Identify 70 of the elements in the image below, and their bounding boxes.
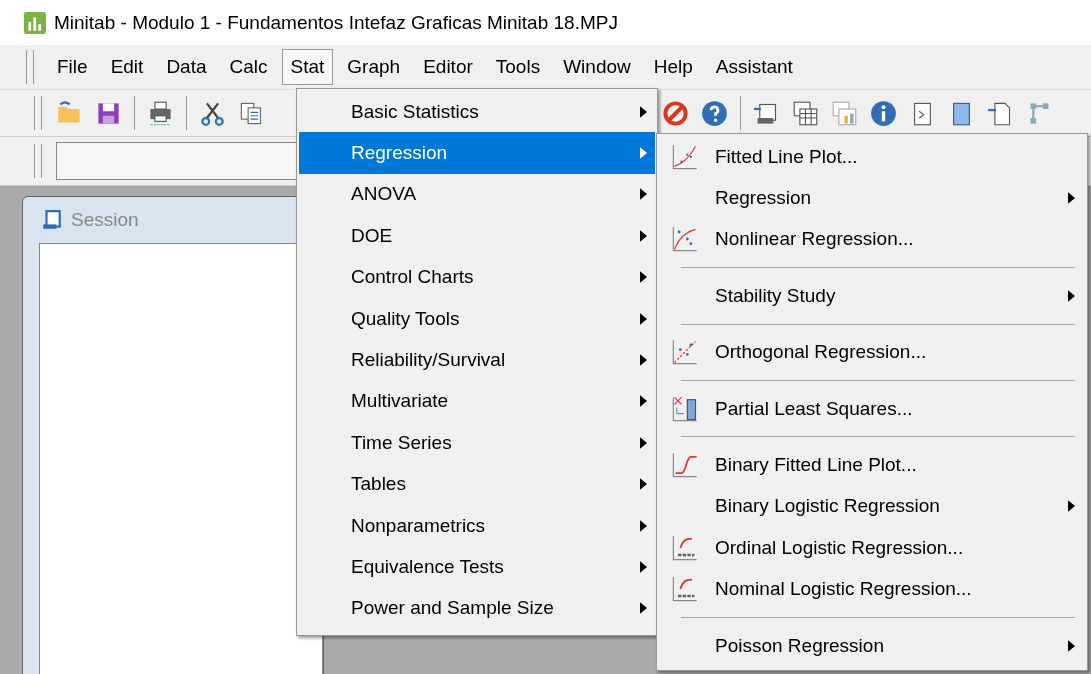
menu-item[interactable]: Stability Study: [657, 275, 1087, 317]
submenu-arrow-icon: [640, 561, 647, 573]
submenu-arrow-icon: [1068, 289, 1075, 302]
submenu-arrow-icon: [640, 519, 647, 532]
submenu-arrow-icon: [640, 271, 647, 284]
submenu-arrow-icon: [640, 395, 647, 408]
menu-item[interactable]: Ordinal Logistic Regression...: [657, 527, 1087, 569]
menu-item[interactable]: Multivariate: [299, 380, 655, 423]
stop-icon[interactable]: [662, 99, 689, 127]
submenu-arrow-icon: [640, 478, 647, 491]
menu-item[interactable]: File: [48, 49, 97, 85]
submenu-arrow-icon: [1068, 500, 1075, 513]
menu-item[interactable]: Regression: [657, 177, 1087, 219]
menu-item[interactable]: Fitted Line Plot...: [657, 136, 1087, 178]
menu-item[interactable]: Calc: [220, 49, 277, 85]
menu-item[interactable]: Binary Fitted Line Plot...: [657, 444, 1087, 486]
menu-item[interactable]: Nominal Logistic Regression...: [657, 568, 1087, 610]
menu-item[interactable]: Editor: [414, 49, 482, 85]
curve-scatter-icon: [671, 225, 699, 254]
submenu-arrow-icon: [640, 105, 647, 118]
menu-item[interactable]: Data: [157, 49, 216, 85]
s-curve-icon: [671, 451, 699, 480]
menu-item[interactable]: Binary Logistic Regression: [657, 485, 1087, 528]
submenu-arrow-icon: [640, 436, 647, 449]
menu-item[interactable]: Power and Sample Size: [299, 587, 655, 630]
fitted-line-icon: [671, 142, 699, 171]
printer-icon[interactable]: [147, 99, 174, 127]
submenu-arrow-icon: [640, 229, 647, 242]
menu-item[interactable]: Time Series: [299, 422, 655, 464]
toolbar-grip[interactable]: [26, 50, 34, 84]
menu-item[interactable]: Quality Tools: [299, 297, 655, 340]
menu-item[interactable]: Regression: [299, 132, 655, 174]
worksheets-icon[interactable]: [792, 99, 819, 127]
menu-item[interactable]: Tables: [299, 463, 655, 505]
menu-item[interactable]: ANOVA: [299, 173, 655, 216]
submenu-arrow-icon: [640, 188, 647, 201]
menu-item[interactable]: Equivalence Tests: [299, 546, 655, 588]
help-icon[interactable]: [701, 99, 728, 127]
columns-scatter-icon: [671, 394, 699, 423]
submenu-arrow-icon: [640, 602, 647, 615]
menu-item[interactable]: Reliability/Survival: [299, 339, 655, 381]
menu-item[interactable]: Poisson Regression: [657, 624, 1087, 667]
lettered-curve-icon: [671, 575, 699, 604]
menu-item[interactable]: Window: [554, 49, 640, 85]
submenu-arrow-icon: [1068, 639, 1075, 652]
submenu-arrow-icon: [640, 312, 647, 325]
numbered-curve-icon: [671, 533, 699, 562]
menu-item[interactable]: Nonparametrics: [299, 504, 655, 547]
menu-item[interactable]: DOE: [299, 215, 655, 257]
menu-item[interactable]: Tools: [486, 49, 550, 85]
submenu-arrow-icon: [640, 147, 647, 160]
info-icon[interactable]: [870, 99, 897, 127]
menu-item[interactable]: Stat: [281, 49, 334, 85]
scroll-icon: [41, 209, 63, 231]
menu-item[interactable]: Assistant: [706, 49, 802, 85]
menu-item[interactable]: Help: [644, 49, 702, 85]
submenu-arrow-icon: [1068, 192, 1075, 205]
menu-item[interactable]: Edit: [101, 49, 153, 85]
menu-item[interactable]: Graph: [338, 49, 410, 85]
toolbar-grip[interactable]: [34, 96, 42, 130]
menu-item[interactable]: Control Charts: [299, 256, 655, 298]
app-logo-icon: [24, 11, 46, 34]
menu-item[interactable]: Nonlinear Regression...: [657, 218, 1087, 261]
window-title: Session: [71, 209, 139, 231]
window-title: Minitab - Modulo 1 - Fundamentos Intefaz Graficas Minitab 18.MPJ: [54, 11, 618, 34]
diagonal-scatter-icon: [671, 338, 699, 367]
menu-item[interactable]: Orthogonal Regression...: [657, 331, 1087, 373]
menu-item[interactable]: Partial Least Squares...: [657, 387, 1087, 430]
toolbar-grip[interactable]: [34, 144, 42, 178]
submenu-arrow-icon: [640, 354, 647, 367]
